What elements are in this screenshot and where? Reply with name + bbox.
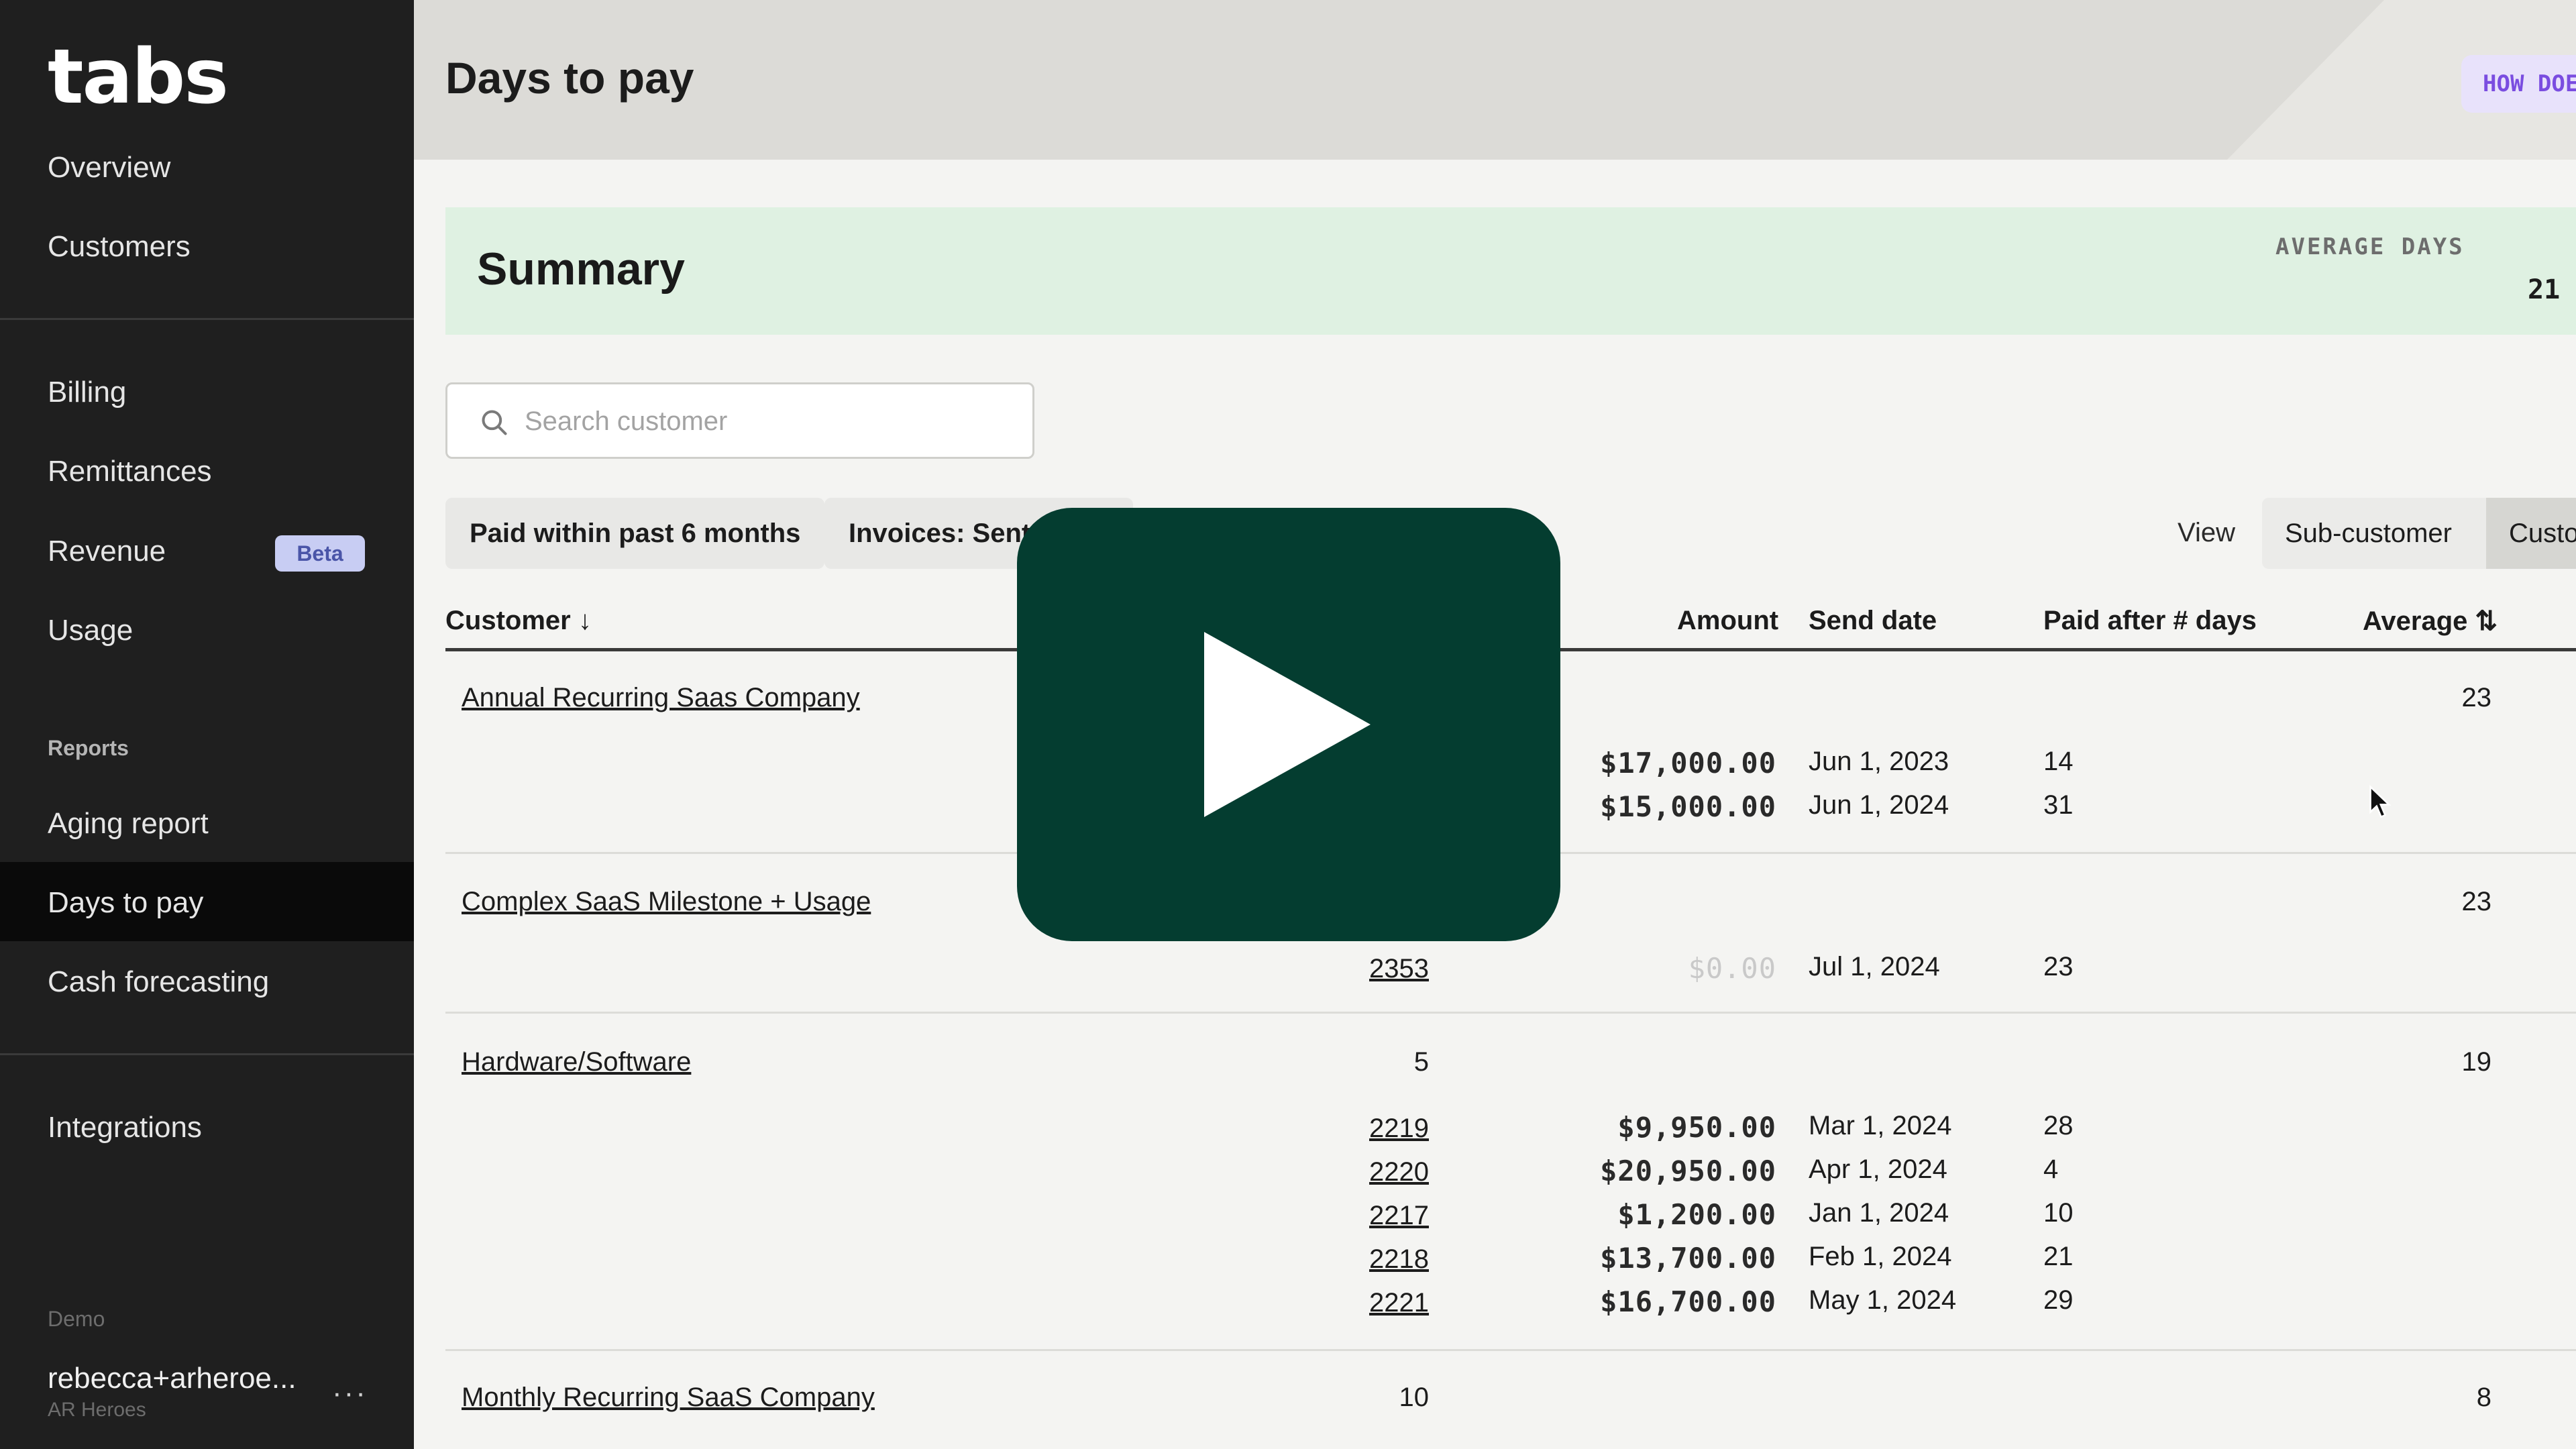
invoice-link[interactable]: 2218 xyxy=(1295,1244,1429,1275)
customer-average: 8 xyxy=(2476,1383,2491,1412)
row-divider xyxy=(445,1012,2576,1014)
customer-invoice-count: 5 xyxy=(1413,1047,1429,1077)
sidebar-item-days-to-pay[interactable]: Days to pay xyxy=(48,886,203,920)
mouse-pointer-icon xyxy=(2369,785,2392,818)
column-header-average[interactable]: Average ⇅ xyxy=(2363,606,2498,637)
sidebar-item-overview[interactable]: Overview xyxy=(48,151,170,184)
invoice-amount: $9,950.00 xyxy=(1617,1111,1776,1144)
customer-average: 23 xyxy=(2461,683,2492,712)
invoice-amount: $0.00 xyxy=(1688,952,1776,985)
play-icon xyxy=(1204,632,1371,817)
invoice-link[interactable]: 2353 xyxy=(1295,954,1429,984)
how-does-it-work-button[interactable]: HOW DOES xyxy=(2461,55,2576,113)
invoice-send-date: Jan 1, 2024 xyxy=(1809,1198,1949,1228)
average-days-label: AVERAGE DAYS xyxy=(2275,233,2465,260)
invoice-send-date: Apr 1, 2024 xyxy=(1809,1155,1947,1184)
sidebar-item-usage[interactable]: Usage xyxy=(48,614,133,647)
more-options-button[interactable]: ··· xyxy=(332,1377,368,1410)
row-divider xyxy=(445,1349,2576,1351)
sidebar-item-cash-forecasting[interactable]: Cash forecasting xyxy=(48,965,269,999)
view-label: View xyxy=(2178,518,2235,547)
invoice-link[interactable]: 2221 xyxy=(1295,1288,1429,1318)
invoice-link[interactable]: 2219 xyxy=(1295,1114,1429,1144)
sidebar-divider xyxy=(0,1053,414,1055)
invoice-paid-days: 4 xyxy=(2043,1155,2059,1184)
invoice-send-date: Mar 1, 2024 xyxy=(1809,1111,1952,1140)
invoice-send-date: Feb 1, 2024 xyxy=(1809,1242,1952,1271)
column-header-send-date[interactable]: Send date xyxy=(1809,606,1937,636)
beta-badge: Beta xyxy=(275,535,365,572)
user-org: AR Heroes xyxy=(48,1399,146,1421)
customer-link[interactable]: Hardware/Software xyxy=(462,1047,691,1077)
search-input[interactable] xyxy=(525,396,994,446)
invoice-paid-days: 23 xyxy=(2043,952,2074,981)
invoice-paid-days: 29 xyxy=(2043,1285,2074,1315)
view-customer-toggle[interactable]: Customer xyxy=(2486,498,2576,569)
user-name[interactable]: rebecca+arheroe... xyxy=(48,1362,297,1395)
sidebar-item-revenue[interactable]: Revenue xyxy=(48,535,166,568)
sidebar: tabs Overview Customers Billing Remittan… xyxy=(0,0,414,1449)
customer-link[interactable]: Complex SaaS Milestone + Usage xyxy=(462,887,871,917)
invoice-paid-days: 21 xyxy=(2043,1242,2074,1271)
view-sub-customer-toggle[interactable]: Sub-customer xyxy=(2262,498,2486,569)
sidebar-item-billing[interactable]: Billing xyxy=(48,376,126,409)
sidebar-item-integrations[interactable]: Integrations xyxy=(48,1111,202,1144)
customer-link[interactable]: Annual Recurring Saas Company xyxy=(462,683,860,713)
demo-label: Demo xyxy=(48,1307,105,1331)
column-header-customer[interactable]: Customer ↓ xyxy=(445,606,592,636)
customer-average: 23 xyxy=(2461,887,2492,916)
invoice-link[interactable]: 2217 xyxy=(1295,1201,1429,1231)
invoice-amount: $20,950.00 xyxy=(1600,1155,1776,1187)
customer-average: 19 xyxy=(2461,1047,2492,1077)
sidebar-divider xyxy=(0,318,414,320)
page-title: Days to pay xyxy=(445,53,694,103)
column-header-amount[interactable]: Amount xyxy=(1677,606,1778,636)
column-header-paid-after[interactable]: Paid after # days xyxy=(2043,606,2257,636)
invoice-amount: $1,200.00 xyxy=(1617,1198,1776,1231)
invoice-send-date: Jul 1, 2024 xyxy=(1809,952,1940,981)
customer-invoice-count: 10 xyxy=(1399,1383,1430,1412)
sidebar-item-aging-report[interactable]: Aging report xyxy=(48,807,209,841)
invoice-paid-days: 28 xyxy=(2043,1111,2074,1140)
sidebar-item-customers[interactable]: Customers xyxy=(48,230,191,264)
invoice-send-date: Jun 1, 2023 xyxy=(1809,747,1949,776)
search-icon xyxy=(482,410,507,435)
invoice-send-date: May 1, 2024 xyxy=(1809,1285,1957,1315)
invoice-send-date: Jun 1, 2024 xyxy=(1809,790,1949,820)
invoice-paid-days: 31 xyxy=(2043,790,2074,820)
customer-link[interactable]: Monthly Recurring SaaS Company xyxy=(462,1383,875,1413)
invoice-amount: $16,700.00 xyxy=(1600,1285,1776,1318)
summary-title: Summary xyxy=(477,244,685,294)
search-box[interactable] xyxy=(445,382,1034,459)
invoice-paid-days: 14 xyxy=(2043,747,2074,776)
sidebar-item-remittances[interactable]: Remittances xyxy=(48,455,212,488)
page-header: Days to pay HOW DOES xyxy=(414,0,2576,160)
reports-section-label: Reports xyxy=(48,736,129,760)
invoice-paid-days: 10 xyxy=(2043,1198,2074,1228)
app-logo[interactable]: tabs xyxy=(48,34,229,121)
play-video-button[interactable] xyxy=(1017,508,1560,941)
summary-panel: Summary AVERAGE DAYS 21 xyxy=(445,207,2576,335)
average-days-value: 21 xyxy=(2528,274,2561,305)
filter-paid-within[interactable]: Paid within past 6 months xyxy=(445,498,825,569)
invoice-link[interactable]: 2220 xyxy=(1295,1157,1429,1187)
invoice-amount: $13,700.00 xyxy=(1600,1242,1776,1275)
